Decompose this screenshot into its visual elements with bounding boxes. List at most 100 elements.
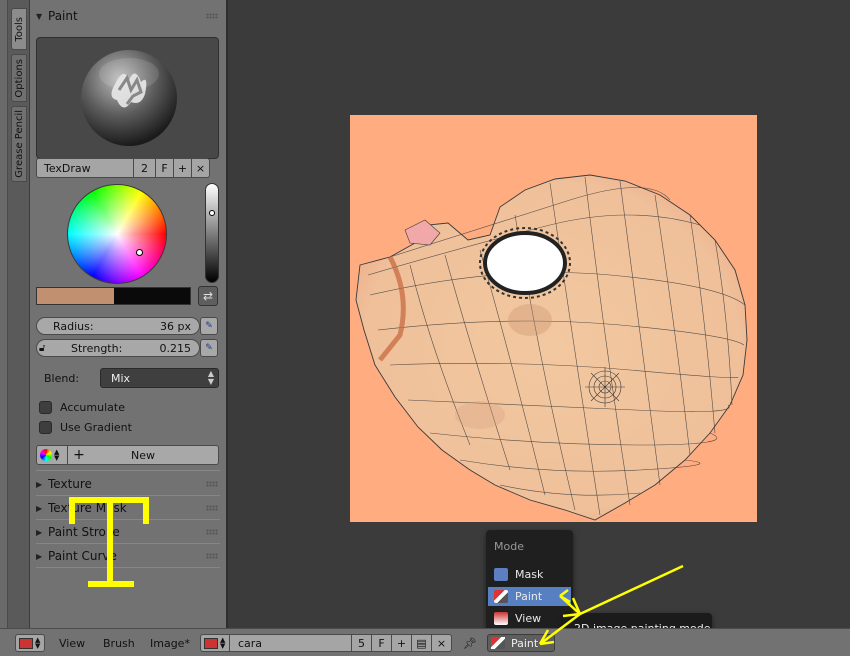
radius-pressure-toggle[interactable]: ✎	[200, 317, 218, 335]
palette-icon	[40, 449, 52, 461]
mode-selector-value: Paint	[511, 636, 539, 650]
editor-type-selector[interactable]: ▲ ▼	[15, 634, 45, 652]
brush-preview[interactable]	[36, 37, 219, 159]
lock-icon[interactable]: 🔓︎	[39, 343, 55, 354]
divider	[36, 470, 220, 471]
texture-mask-panel-header[interactable]: ▶ Texture Mask	[36, 497, 220, 519]
radius-label: Radius:	[53, 319, 94, 333]
color-wheel[interactable]	[67, 184, 167, 284]
strength-slider[interactable]: 🔓︎ Strength: 0.215	[36, 339, 200, 357]
radius-slider[interactable]: Radius: 36 px	[36, 317, 200, 335]
paint-panel-header[interactable]: ▼ Paint	[36, 5, 220, 27]
divider	[36, 495, 220, 496]
value-slider-knob[interactable]	[209, 210, 215, 216]
divider	[36, 519, 220, 520]
swap-colors-button[interactable]: ⇄	[198, 286, 218, 306]
texture-mask-panel-title: Texture Mask	[48, 501, 127, 515]
remove-brush-button[interactable]: ×	[192, 158, 210, 178]
pressure-icon: ✎	[205, 343, 213, 353]
close-icon: ×	[195, 161, 206, 175]
strength-label: Strength:	[71, 341, 123, 355]
collapse-triangle-icon: ▶	[36, 551, 43, 561]
drag-grip-icon[interactable]	[206, 553, 218, 559]
tab-options[interactable]: Options	[11, 54, 27, 102]
image-browse-button[interactable]: ▲ ▼	[200, 634, 230, 652]
open-image-button[interactable]: ▤	[412, 634, 432, 652]
region-edge	[0, 0, 8, 628]
image-editor-icon	[19, 637, 33, 649]
brush-users-count[interactable]: 2	[134, 158, 156, 178]
primary-color-swatch[interactable]	[37, 288, 114, 304]
mode-item-paint[interactable]: Paint	[488, 587, 571, 606]
menu-view[interactable]: View	[59, 634, 85, 652]
checkbox-box[interactable]	[39, 421, 52, 434]
texture-panel-header[interactable]: ▶ Texture	[36, 473, 220, 495]
new-palette-button[interactable]: + New	[68, 445, 219, 465]
strength-value: 0.215	[159, 341, 192, 355]
checkbox-box[interactable]	[39, 401, 52, 414]
collapse-triangle-icon: ▶	[36, 527, 43, 537]
use-gradient-label: Use Gradient	[60, 421, 132, 434]
updown-arrow-icon: ▲ ▼	[220, 636, 226, 650]
mode-selector[interactable]: Paint	[487, 634, 555, 652]
plus-icon: +	[177, 161, 188, 175]
divider	[36, 543, 220, 544]
tool-panel: ▼ Paint TexDraw 2 F + × ⇄ Radius: 36 px …	[30, 0, 228, 628]
strength-pressure-toggle[interactable]: ✎	[200, 339, 218, 357]
tab-options-label: Options	[13, 58, 25, 98]
blend-mode-select[interactable]: Mix ▲ ▼	[100, 368, 219, 388]
uv-texture-image[interactable]	[350, 115, 757, 522]
blend-label: Blend:	[44, 372, 80, 385]
accumulate-label: Accumulate	[60, 401, 125, 414]
paint-curve-panel-header[interactable]: ▶ Paint Curve	[36, 545, 220, 567]
view-image-icon	[494, 612, 508, 625]
pin-image-button[interactable]: 📌︎	[460, 634, 480, 652]
radius-value: 36 px	[160, 319, 191, 333]
menu-image[interactable]: Image*	[150, 634, 190, 652]
image-fake-user-button[interactable]: F	[372, 634, 392, 652]
color-swatch[interactable]	[36, 287, 191, 305]
uv-mesh-layout	[355, 174, 748, 521]
divider	[36, 567, 220, 568]
paint-stroke-panel-header[interactable]: ▶ Paint Stroke	[36, 521, 220, 543]
drag-grip-icon[interactable]	[206, 481, 218, 487]
value-slider[interactable]	[205, 183, 219, 283]
drag-grip-icon[interactable]	[206, 529, 218, 535]
tool-shelf-tabs: Tools Options Grease Pencil	[0, 0, 30, 628]
paint-stroke-panel-title: Paint Stroke	[48, 525, 120, 539]
tab-tools[interactable]: Tools	[11, 8, 27, 50]
mode-item-view[interactable]: View	[488, 609, 571, 628]
updown-arrow-icon: ▲ ▼	[54, 448, 60, 462]
mask-icon	[494, 568, 508, 581]
brush-name-field[interactable]: TexDraw	[36, 158, 134, 178]
brush-fake-user-button[interactable]: F	[156, 158, 174, 178]
mode-item-view-label: View	[515, 612, 542, 625]
menu-brush[interactable]: Brush	[103, 634, 135, 652]
add-brush-button[interactable]: +	[174, 158, 192, 178]
drag-grip-icon[interactable]	[206, 13, 218, 19]
image-users-count[interactable]: 5	[352, 634, 372, 652]
paint-brush-icon	[494, 590, 508, 603]
tab-grease-pencil[interactable]: Grease Pencil	[11, 106, 27, 182]
plus-icon: +	[73, 447, 85, 463]
new-palette-label: New	[131, 448, 155, 462]
unlink-image-button[interactable]: ×	[432, 634, 452, 652]
new-image-button[interactable]: +	[392, 634, 412, 652]
updown-arrow-icon: ▲ ▼	[207, 369, 214, 386]
mode-item-mask[interactable]: Mask	[488, 565, 571, 584]
use-gradient-checkbox[interactable]: Use Gradient	[39, 421, 132, 434]
paint-brush-icon	[491, 637, 505, 649]
secondary-color-swatch[interactable]	[114, 288, 190, 304]
image-name-field[interactable]: cara	[230, 634, 352, 652]
mode-menu-title: Mode	[494, 540, 524, 553]
texture-panel-title: Texture	[48, 477, 92, 491]
paint-curve-panel-title: Paint Curve	[48, 549, 117, 563]
brush-sphere-icon	[81, 50, 177, 146]
drag-grip-icon[interactable]	[206, 505, 218, 511]
palette-selector[interactable]: ▲ ▼	[36, 445, 68, 465]
mode-dropdown-menu: Mode Mask Paint View	[486, 530, 573, 634]
accumulate-checkbox[interactable]: Accumulate	[39, 401, 125, 414]
color-picker-cursor[interactable]	[136, 249, 143, 256]
tab-tools-label: Tools	[13, 16, 25, 42]
pin-icon: 📌︎	[463, 636, 477, 650]
